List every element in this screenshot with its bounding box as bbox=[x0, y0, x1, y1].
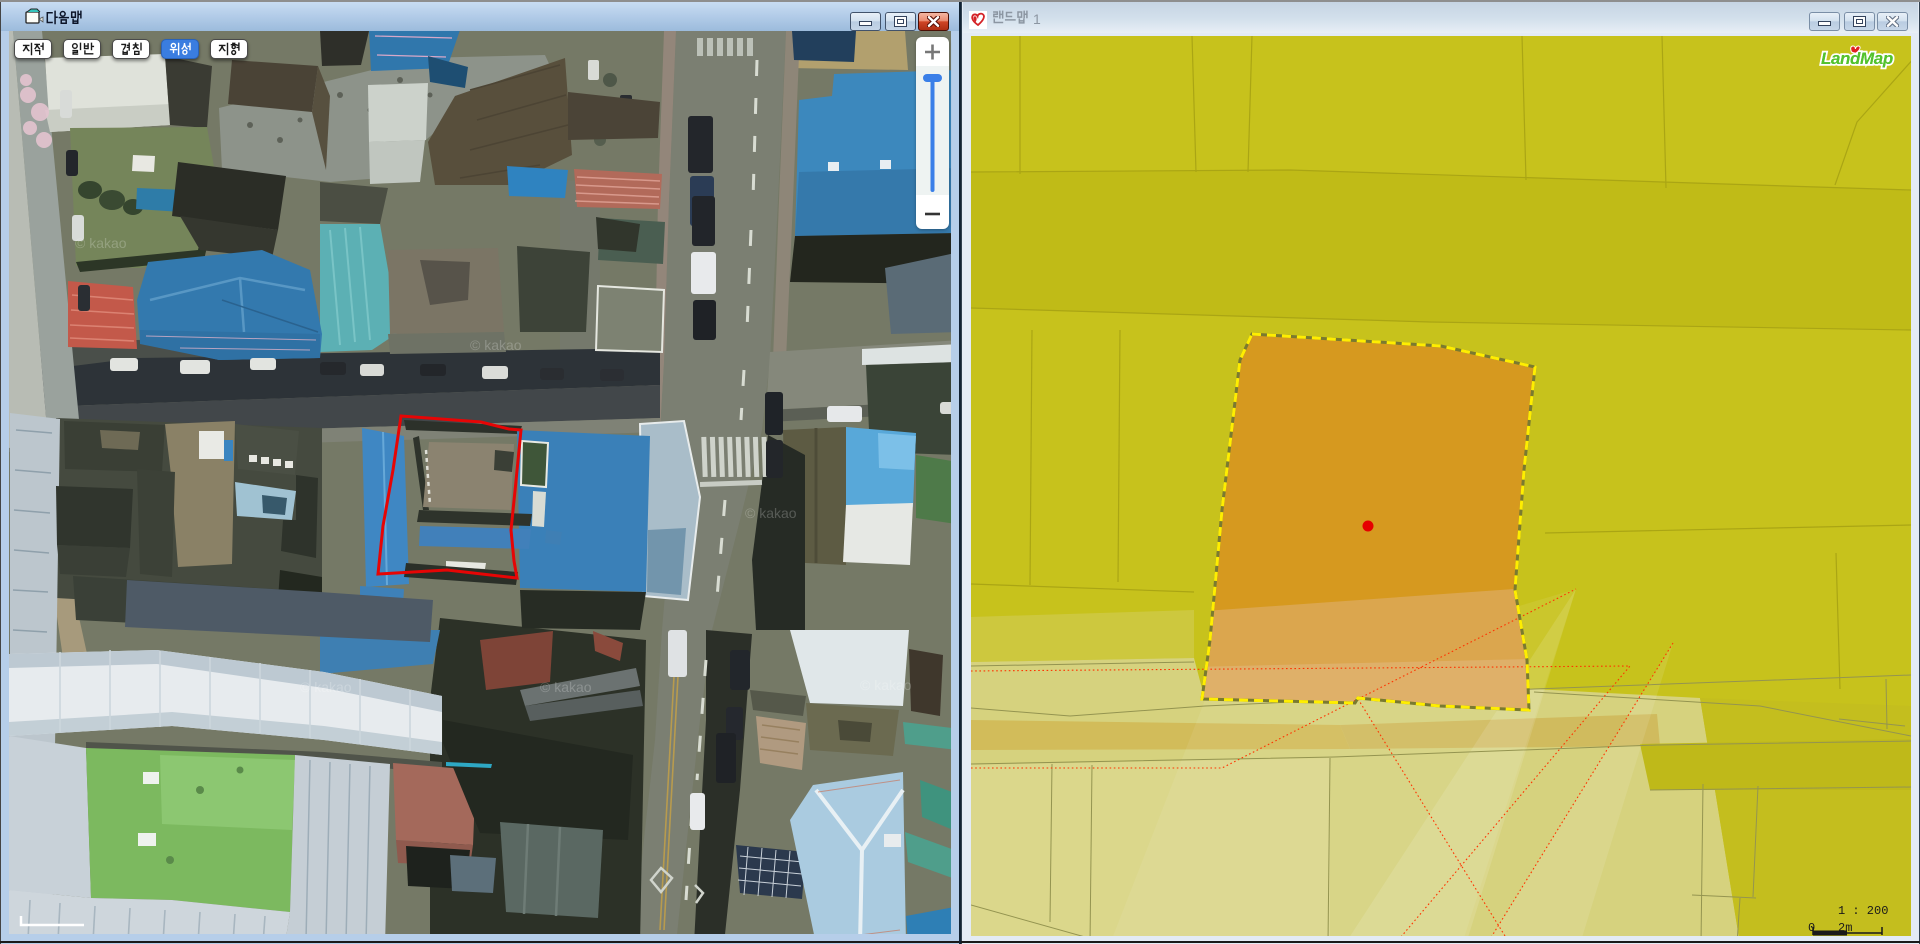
svg-text:© kakao: © kakao bbox=[745, 505, 797, 521]
svg-text:1 : 200: 1 : 200 bbox=[1838, 904, 1888, 918]
svg-text:© kakao: © kakao bbox=[540, 679, 592, 695]
svg-text:© kakao: © kakao bbox=[470, 337, 522, 353]
svg-text:© kakao: © kakao bbox=[860, 677, 912, 693]
svg-text:© kakao: © kakao bbox=[75, 235, 127, 251]
svg-text:© kakao: © kakao bbox=[300, 679, 352, 695]
svg-text:1: 1 bbox=[1033, 11, 1041, 27]
